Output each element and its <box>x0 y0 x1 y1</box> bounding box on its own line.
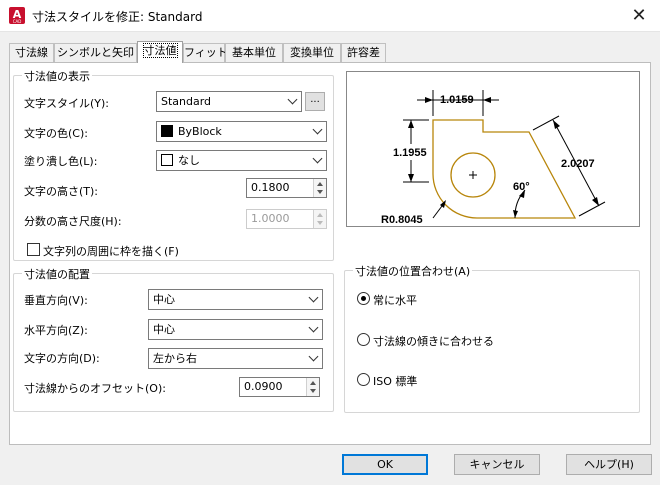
tab-panel: 寸法値の表示 文字スタイル(Y): Standard ... 文字の色(C): … <box>9 62 651 445</box>
tab-label: 寸法値 <box>142 43 178 58</box>
vertical-value: 中心 <box>153 293 175 306</box>
tab-label: フィット <box>184 46 228 59</box>
fraction-height-value: 1.0000 <box>251 212 290 225</box>
group-title: 寸法値の配置 <box>22 266 92 282</box>
part-outline <box>432 119 577 219</box>
direction-value: 左から右 <box>153 352 197 365</box>
autocad-app-icon: A CAD <box>9 7 25 24</box>
tab-label: 変換単位 <box>290 46 334 59</box>
dim-top-text: 1.0159 <box>440 94 474 106</box>
chevron-down-icon <box>312 153 323 164</box>
title-bar: A CAD 寸法スタイルを修正: Standard ✕ <box>0 0 660 32</box>
offset-label: 寸法線からのオフセット(O): <box>24 382 166 395</box>
tab-alternate-units[interactable]: 変換単位 <box>283 43 341 62</box>
text-style-browse-button[interactable]: ... <box>305 92 325 111</box>
iso-standard-radio[interactable] <box>357 373 370 386</box>
chevron-down-icon <box>308 351 319 362</box>
text-color-label: 文字の色(C): <box>24 127 88 140</box>
fill-swatch <box>161 154 173 166</box>
fill-color-value: なし <box>178 154 200 167</box>
text-color-select[interactable]: ByBlock <box>156 121 327 142</box>
chevron-down-icon <box>308 292 319 303</box>
spinner-arrows-icon <box>313 210 326 228</box>
tab-label: シンボルと矢印 <box>57 46 134 59</box>
direction-select[interactable]: 左から右 <box>148 348 323 369</box>
dim-angle-text: 60° <box>513 181 530 193</box>
text-placement-group: 寸法値の配置 垂直方向(V): 中心 水平方向(Z): 中心 文字の方向(D):… <box>13 266 334 412</box>
horizontal-label: 水平方向(Z): <box>24 324 88 337</box>
tab-label: 許容差 <box>347 46 380 59</box>
text-height-label: 文字の高さ(T): <box>24 185 99 198</box>
text-style-label: 文字スタイル(Y): <box>24 97 110 110</box>
horizontal-select[interactable]: 中心 <box>148 319 323 340</box>
fraction-height-spinner: 1.0000 <box>246 209 327 229</box>
close-icon[interactable]: ✕ <box>626 4 652 28</box>
text-alignment-group: 寸法値の位置合わせ(A) 常に水平 寸法線の傾きに合わせる ISO 標準 <box>344 263 640 413</box>
spinner-arrows-icon[interactable] <box>313 179 326 197</box>
tab-primary-units[interactable]: 基本単位 <box>225 43 283 62</box>
fill-color-select[interactable]: なし <box>156 150 327 171</box>
text-color-value: ByBlock <box>178 125 222 138</box>
tab-tolerances[interactable]: 許容差 <box>341 43 386 62</box>
text-height-value: 0.1800 <box>251 181 290 194</box>
horizontal-value: 中心 <box>153 323 175 336</box>
tab-label: 寸法線 <box>15 46 48 59</box>
text-height-spinner[interactable]: 0.1800 <box>246 178 327 198</box>
tab-dimension-lines[interactable]: 寸法線 <box>9 43 54 62</box>
tab-fit[interactable]: フィット <box>183 43 228 62</box>
dim-right-text: 2.0207 <box>561 158 595 170</box>
fraction-height-label: 分数の高さ尺度(H): <box>24 215 122 228</box>
cancel-button[interactable]: キャンセル <box>454 454 540 475</box>
dimension-preview: 1.0159 1.1955 2.0207 60° R0.8045 <box>346 71 640 227</box>
ok-button[interactable]: OK <box>342 454 428 475</box>
text-style-value: Standard <box>161 95 212 108</box>
help-button[interactable]: ヘルプ(H) <box>566 454 652 475</box>
tab-symbols-arrows[interactable]: シンボルと矢印 <box>54 43 137 62</box>
chevron-down-icon <box>308 322 319 333</box>
chevron-down-icon <box>287 94 298 105</box>
spinner-arrows-icon[interactable] <box>306 378 319 396</box>
window-title: 寸法スタイルを修正: Standard <box>32 10 203 24</box>
vertical-label: 垂直方向(V): <box>24 294 88 307</box>
chevron-down-icon <box>312 124 323 135</box>
draw-frame-label: 文字列の周囲に枠を描く(F) <box>43 245 179 258</box>
tab-strip: 寸法線 シンボルと矢印 寸法値 フィット 基本単位 変換単位 許容差 <box>9 41 649 63</box>
tab-label: 基本単位 <box>232 46 276 59</box>
offset-value: 0.0900 <box>244 380 283 393</box>
dim-left-text: 1.1955 <box>393 147 427 159</box>
dim-radius-text: R0.8045 <box>381 214 423 226</box>
preview-drawing: 1.0159 1.1955 2.0207 60° R0.8045 <box>381 90 606 226</box>
align-with-dimline-label: 寸法線の傾きに合わせる <box>373 335 494 348</box>
group-title: 寸法値の位置合わせ(A) <box>353 263 473 279</box>
align-with-dimline-radio[interactable] <box>357 333 370 346</box>
offset-spinner[interactable]: 0.0900 <box>239 377 320 397</box>
always-horizontal-radio[interactable] <box>357 292 370 305</box>
draw-frame-checkbox[interactable] <box>27 243 40 256</box>
vertical-select[interactable]: 中心 <box>148 289 323 310</box>
direction-label: 文字の方向(D): <box>24 352 100 365</box>
color-swatch <box>161 125 173 137</box>
group-title: 寸法値の表示 <box>22 68 92 84</box>
iso-standard-label: ISO 標準 <box>373 375 418 388</box>
app-icon-sub: CAD <box>12 19 22 24</box>
tab-text[interactable]: 寸法値 <box>137 41 183 63</box>
fill-color-label: 塗り潰し色(L): <box>24 155 98 168</box>
text-appearance-group: 寸法値の表示 文字スタイル(Y): Standard ... 文字の色(C): … <box>13 68 334 261</box>
text-style-select[interactable]: Standard <box>156 91 302 112</box>
always-horizontal-label: 常に水平 <box>373 294 417 307</box>
